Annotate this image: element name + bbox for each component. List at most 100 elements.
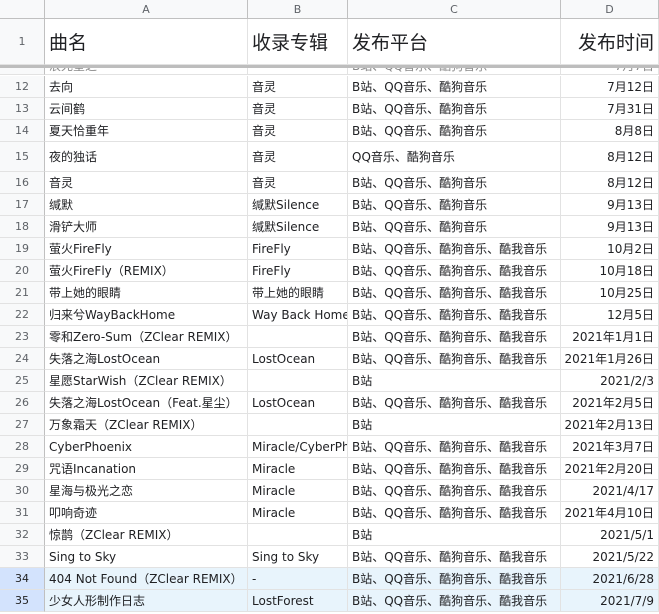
row-number[interactable]: 20 — [0, 260, 45, 282]
date-cell[interactable]: 9月13日 — [561, 194, 659, 216]
date-cell[interactable]: 2021年3月7日 — [561, 436, 659, 458]
column-header-d[interactable]: D — [561, 0, 659, 19]
song-cell[interactable]: 星愿StarWish（ZClear REMIX） — [45, 370, 248, 392]
album-cell[interactable] — [248, 370, 348, 392]
album-cell[interactable]: - — [248, 568, 348, 590]
song-cell[interactable]: 零和Zero-Sum（ZClear REMIX） — [45, 326, 248, 348]
song-cell[interactable]: 叩响奇迹 — [45, 502, 248, 524]
date-cell[interactable]: 8月8日 — [561, 120, 659, 142]
date-cell[interactable]: 12月5日 — [561, 304, 659, 326]
frozen-row-divider[interactable] — [0, 65, 659, 68]
album-cell[interactable]: LostOcean — [248, 348, 348, 370]
row-number[interactable]: 27 — [0, 414, 45, 436]
row-number[interactable]: 15 — [0, 142, 45, 172]
platform-cell[interactable]: B站 — [348, 414, 561, 436]
song-cell[interactable]: 去向 — [45, 76, 248, 98]
row-number[interactable]: 19 — [0, 238, 45, 260]
date-cell[interactable]: 2021/2/3 — [561, 370, 659, 392]
platform-cell[interactable]: B站、QQ音乐、酷狗音乐、酷我音乐 — [348, 304, 561, 326]
row-number[interactable]: 24 — [0, 348, 45, 370]
date-cell[interactable]: 8月12日 — [561, 142, 659, 172]
date-cell[interactable]: 7月12日 — [561, 76, 659, 98]
date-cell[interactable]: 8月12日 — [561, 172, 659, 194]
song-cell[interactable]: 滑铲大师 — [45, 216, 248, 238]
date-cell[interactable]: 2021年1月1日 — [561, 326, 659, 348]
album-cell[interactable]: 缄默Silence — [248, 194, 348, 216]
row-number[interactable]: 1 — [0, 19, 45, 65]
album-cell[interactable]: Sing to Sky — [248, 546, 348, 568]
platform-cell[interactable]: B站 — [348, 370, 561, 392]
row-number[interactable]: 13 — [0, 98, 45, 120]
song-cell[interactable]: 归来兮WayBackHome — [45, 304, 248, 326]
platform-cell[interactable]: B站、QQ音乐、酷狗音乐 — [348, 172, 561, 194]
album-cell[interactable]: Miracle — [248, 458, 348, 480]
song-cell[interactable]: 萤火FireFly（REMIX） — [45, 260, 248, 282]
date-cell[interactable]: 2021/5/1 — [561, 524, 659, 546]
date-cell[interactable]: 2021年2月5日 — [561, 392, 659, 414]
date-cell[interactable]: 2021年1月26日 — [561, 348, 659, 370]
album-cell[interactable] — [248, 414, 348, 436]
song-cell[interactable]: CyberPhoenix — [45, 436, 248, 458]
song-cell[interactable]: Sing to Sky — [45, 546, 248, 568]
platform-cell[interactable]: B站、QQ音乐、酷狗音乐 — [348, 120, 561, 142]
row-number[interactable]: 22 — [0, 304, 45, 326]
song-cell[interactable]: 萤火FireFly — [45, 238, 248, 260]
row-number[interactable]: 35 — [0, 590, 45, 612]
row-number[interactable]: 14 — [0, 120, 45, 142]
date-cell[interactable]: 10月2日 — [561, 238, 659, 260]
album-cell[interactable]: 带上她的眼睛 — [248, 282, 348, 304]
select-all-corner[interactable] — [0, 0, 45, 19]
song-cell[interactable]: 云间鹤 — [45, 98, 248, 120]
album-cell[interactable]: Miracle — [248, 502, 348, 524]
platform-cell[interactable]: B站、QQ音乐、酷狗音乐 — [348, 76, 561, 98]
song-cell[interactable]: 音灵 — [45, 172, 248, 194]
platform-cell[interactable]: B站、QQ音乐、酷狗音乐、酷我音乐 — [348, 260, 561, 282]
song-cell[interactable]: 咒语Incanation — [45, 458, 248, 480]
album-cell[interactable]: 音灵 — [248, 172, 348, 194]
header-song-cell[interactable]: 曲名 — [45, 19, 248, 65]
date-cell[interactable]: 2021/7/9 — [561, 590, 659, 612]
platform-cell[interactable]: B站、QQ音乐、酷狗音乐 — [348, 98, 561, 120]
column-header-c[interactable]: C — [348, 0, 561, 19]
album-cell[interactable] — [248, 524, 348, 546]
album-cell[interactable]: LostOcean — [248, 392, 348, 414]
album-cell[interactable]: 缄默Silence — [248, 216, 348, 238]
album-cell[interactable]: FireFly — [248, 238, 348, 260]
row-number[interactable]: 32 — [0, 524, 45, 546]
song-cell[interactable]: 夏天恰重年 — [45, 120, 248, 142]
album-cell[interactable]: 音灵 — [248, 76, 348, 98]
column-header-a[interactable]: A — [45, 0, 248, 19]
song-cell[interactable]: 失落之海LostOcean（Feat.星尘） — [45, 392, 248, 414]
song-cell[interactable]: 惊鹊（ZClear REMIX） — [45, 524, 248, 546]
album-cell[interactable]: Way Back Home — [248, 304, 348, 326]
row-number[interactable]: 31 — [0, 502, 45, 524]
song-cell[interactable]: 失落之海LostOcean — [45, 348, 248, 370]
row-number[interactable]: 28 — [0, 436, 45, 458]
song-cell[interactable]: 缄默 — [45, 194, 248, 216]
song-cell[interactable]: 万象霜天（ZClear REMIX） — [45, 414, 248, 436]
song-cell[interactable]: 星海与极光之恋 — [45, 480, 248, 502]
song-cell[interactable]: 夜的独话 — [45, 142, 248, 172]
date-cell[interactable]: 10月25日 — [561, 282, 659, 304]
row-number[interactable]: 18 — [0, 216, 45, 238]
date-cell[interactable]: 2021年4月10日 — [561, 502, 659, 524]
platform-cell[interactable]: B站、QQ音乐、酷狗音乐、酷我音乐 — [348, 326, 561, 348]
row-number[interactable]: 33 — [0, 546, 45, 568]
album-cell[interactable]: Miracle — [248, 480, 348, 502]
row-number[interactable]: 16 — [0, 172, 45, 194]
album-cell[interactable]: 音灵 — [248, 142, 348, 172]
platform-cell[interactable]: B站、QQ音乐、酷狗音乐、酷我音乐 — [348, 546, 561, 568]
row-number[interactable]: 25 — [0, 370, 45, 392]
header-date-cell[interactable]: 发布时间 — [561, 19, 659, 65]
row-number[interactable]: 21 — [0, 282, 45, 304]
platform-cell[interactable]: B站、QQ音乐、酷狗音乐、酷我音乐 — [348, 348, 561, 370]
platform-cell[interactable]: QQ音乐、酷狗音乐 — [348, 142, 561, 172]
platform-cell[interactable]: B站 — [348, 524, 561, 546]
date-cell[interactable]: 2021/4/17 — [561, 480, 659, 502]
row-number[interactable]: 12 — [0, 76, 45, 98]
album-cell[interactable]: FireFly — [248, 260, 348, 282]
song-cell[interactable]: 带上她的眼睛 — [45, 282, 248, 304]
header-album-cell[interactable]: 收录专辑 — [248, 19, 348, 65]
row-number[interactable]: 34 — [0, 568, 45, 590]
row-number[interactable]: 30 — [0, 480, 45, 502]
